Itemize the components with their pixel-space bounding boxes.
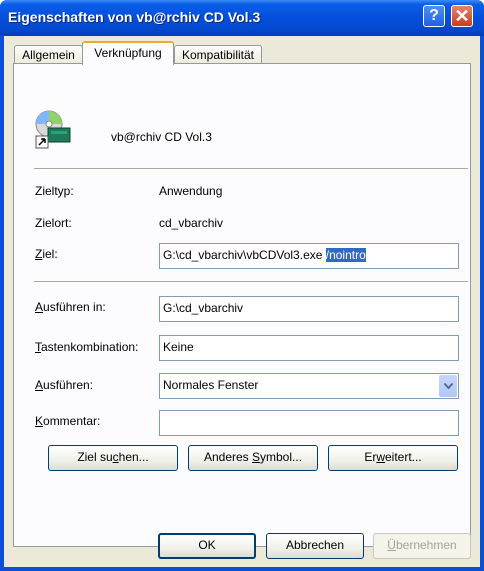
tastenkombination-label: Tastenkombination: [35,340,139,354]
tab-allgemein[interactable]: Allgemein [14,45,83,65]
chevron-down-icon [444,383,453,389]
zieltyp-value: Anwendung [159,184,223,198]
tab-label: Allgemein [22,48,75,62]
tab-verknuepfung[interactable]: Verknüpfung [82,41,174,65]
zieltyp-label: Zieltyp: [35,184,74,198]
ausfuehren-in-label: Ausführen in: [35,300,106,314]
close-button[interactable]: ✕ [451,5,473,27]
ausfuehren-in-input[interactable]: G:\cd_vbarchiv [159,296,459,322]
ziel-selected-text: /nointro [325,248,366,262]
tab-label: Kompatibilität [181,48,255,62]
ziel-suchen-button[interactable]: Ziel suchen... [48,445,178,471]
close-icon: ✕ [454,6,470,26]
tastenkombination-input[interactable]: Keine [159,335,459,361]
ziel-label: Ziel: [35,247,58,261]
cd-shortcut-icon [35,110,71,149]
erweitert-button[interactable]: Erweitert... [328,445,458,471]
tab-label: Verknüpfung [94,46,162,60]
abbrechen-button[interactable]: Abbrechen [266,533,364,559]
window-title: Eigenschaften von vb@rchiv CD Vol.3 [8,9,261,25]
tab-panel: vb@rchiv CD Vol.3 Zieltyp: Anwendung Zie… [13,63,471,547]
properties-window: Eigenschaften von vb@rchiv CD Vol.3 ? ✕ … [0,0,484,571]
uebernehmen-button[interactable]: Übernehmen [373,533,471,559]
kommentar-input[interactable] [159,410,459,436]
title-bar[interactable]: Eigenschaften von vb@rchiv CD Vol.3 ? ✕ [0,0,484,36]
ausfuehren-select[interactable]: Normales Fenster [159,373,459,399]
ausfuehren-select-value: Normales Fenster [163,378,259,392]
kommentar-label: Kommentar: [35,414,101,428]
zielort-label: Zielort: [35,216,72,230]
separator [34,168,468,170]
ziel-path-text: G:\cd_vbarchiv\vbCDVol3.exe [163,248,326,262]
help-icon: ? [429,7,439,24]
shortcut-name: vb@rchiv CD Vol.3 [111,130,212,144]
dropdown-button[interactable] [439,375,457,397]
anderes-symbol-button[interactable]: Anderes Symbol... [188,445,318,471]
tab-kompatibilitaet[interactable]: Kompatibilität [174,45,262,65]
dialog-client: Allgemein Verknüpfung Kompatibilität vb@… [4,36,480,567]
help-button[interactable]: ? [423,5,445,27]
ausfuehren-label: Ausführen: [35,378,94,392]
ziel-input[interactable]: G:\cd_vbarchiv\vbCDVol3.exe /nointro [159,243,459,269]
separator [34,281,468,283]
ok-button[interactable]: OK [158,533,256,559]
zielort-value: cd_vbarchiv [159,216,224,230]
